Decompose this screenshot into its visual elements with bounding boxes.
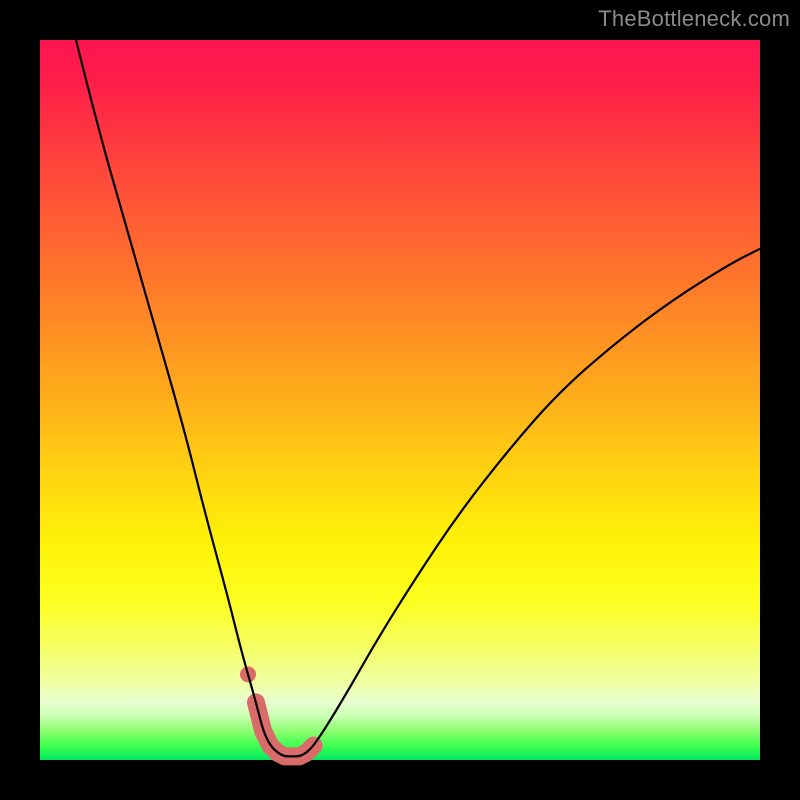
chart-frame: TheBottleneck.com: [0, 0, 800, 800]
curve-svg: [40, 40, 760, 760]
bottleneck-curve: [76, 40, 760, 756]
plot-area: [40, 40, 760, 760]
highlight-markers: [240, 666, 314, 756]
highlight-band: [256, 702, 314, 756]
watermark-label: TheBottleneck.com: [598, 6, 790, 32]
